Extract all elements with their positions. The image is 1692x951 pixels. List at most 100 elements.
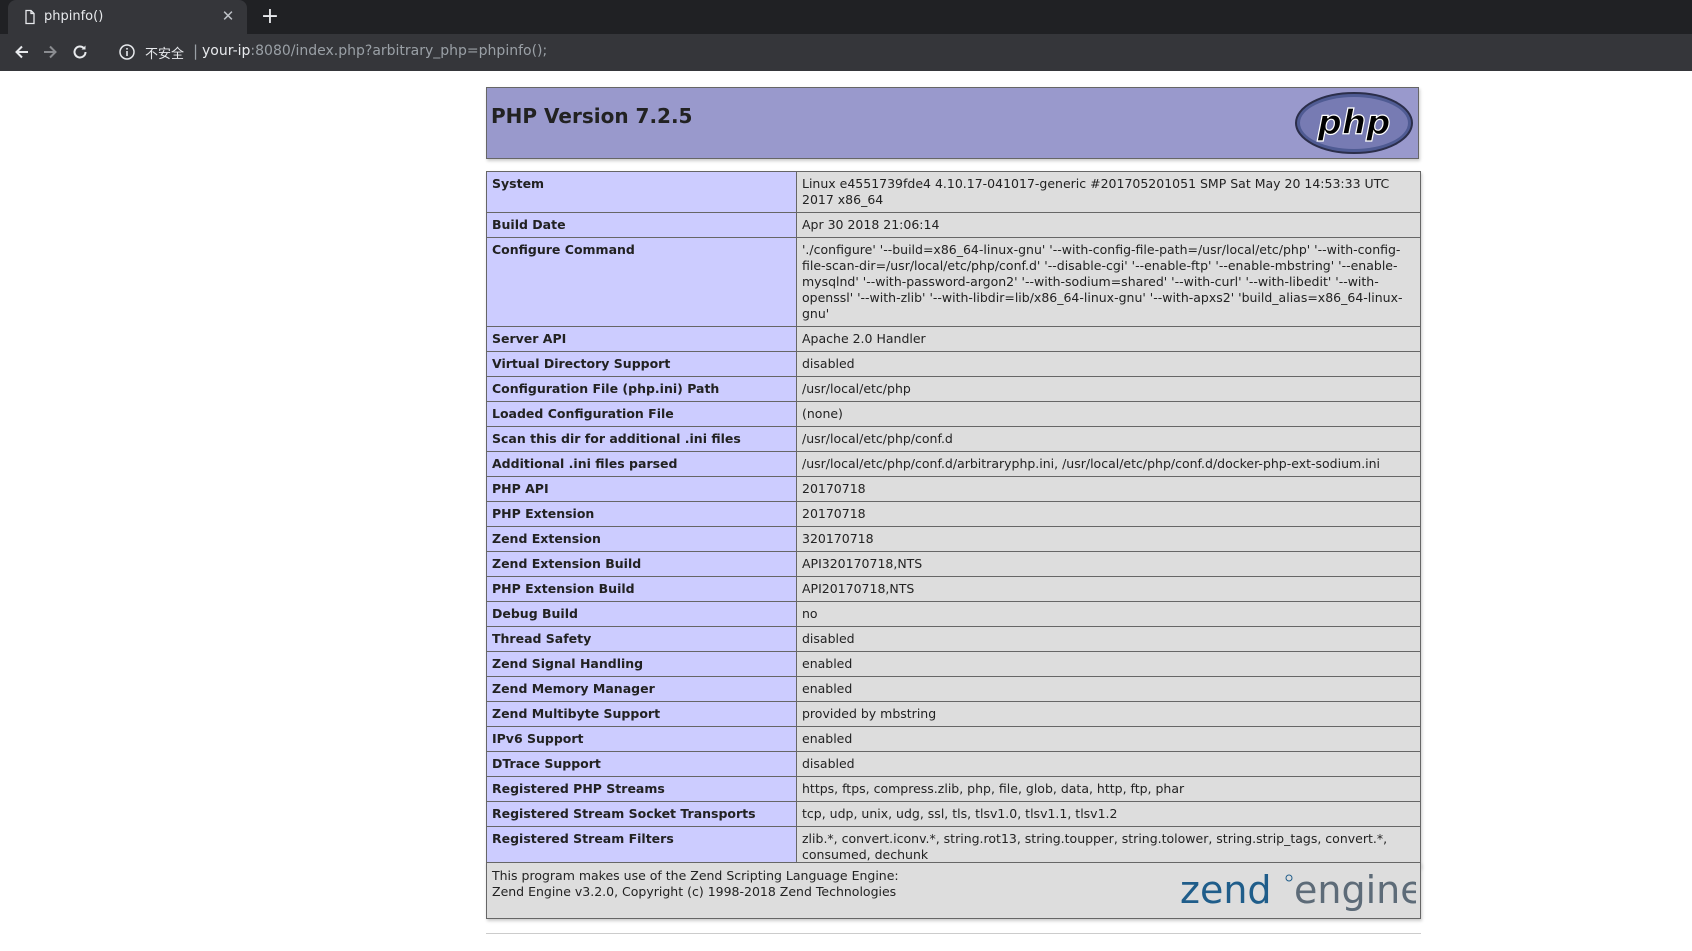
row-value: /usr/local/etc/php/conf.d/arbitraryphp.i… <box>796 451 1421 477</box>
row-key: PHP Extension Build <box>486 576 797 602</box>
footer-text: This program makes use of the Zend Scrip… <box>492 868 899 900</box>
row-key: Scan this dir for additional .ini files <box>486 426 797 452</box>
row-value: enabled <box>796 676 1421 702</box>
table-row: IPv6 Support enabled <box>486 726 1421 752</box>
forward-icon[interactable] <box>40 42 60 62</box>
table-row: Registered Stream Socket Transports tcp, … <box>486 801 1421 827</box>
table-row: Zend Multibyte Support provided by mbstri… <box>486 701 1421 727</box>
table-row: Zend Extension Build API320170718,NTS <box>486 551 1421 577</box>
row-key: Build Date <box>486 212 797 238</box>
row-key: Server API <box>486 326 797 352</box>
row-key: DTrace Support <box>486 751 797 777</box>
php-logo-text: php <box>1317 103 1391 143</box>
address-separator: | <box>193 42 199 60</box>
address-bar[interactable]: 不安全 | your-ip:8080/index.php?arbitrary_p… <box>112 34 1692 71</box>
row-key: Debug Build <box>486 601 797 627</box>
row-value: './configure' '--build=x86_64-linux-gnu'… <box>796 237 1421 327</box>
table-row: Thread Safety disabled <box>486 626 1421 652</box>
table-row: System Linux e4551739fde4 4.10.17-041017-… <box>486 171 1421 213</box>
table-row: Configuration File (php.ini) Path/usr/lo… <box>486 376 1421 402</box>
row-key: Configure Command <box>486 237 797 327</box>
divider <box>486 933 1421 934</box>
tab-title: phpinfo() <box>44 9 104 24</box>
row-value: (none) <box>796 401 1421 427</box>
browser-toolbar: 不安全 | your-ip:8080/index.php?arbitrary_p… <box>0 34 1692 71</box>
table-row: Server API Apache 2.0 Handler <box>486 326 1421 352</box>
row-key: Thread Safety <box>486 626 797 652</box>
php-logo: php <box>1295 92 1413 154</box>
zend-logo-text: zend <box>1180 868 1272 912</box>
row-key: Zend Signal Handling <box>486 651 797 677</box>
url-path: :8080/index.php?arbitrary_php=phpinfo(); <box>250 43 548 59</box>
close-tab-icon[interactable]: ✕ <box>219 7 237 25</box>
row-key: PHP API <box>486 476 797 502</box>
row-value: disabled <box>796 626 1421 652</box>
table-row: Additional .ini files parsed/usr/local/e… <box>486 451 1421 477</box>
row-value: 320170718 <box>796 526 1421 552</box>
tab-bar: phpinfo() ✕ + <box>0 0 1692 34</box>
row-value: 20170718 <box>796 501 1421 527</box>
row-key: Registered PHP Streams <box>486 776 797 802</box>
table-row: PHP Extension 20170718 <box>486 501 1421 527</box>
page-title: PHP Version 7.2.5 <box>491 104 693 128</box>
row-value: Linux e4551739fde4 4.10.17-041017-generi… <box>796 171 1421 213</box>
table-row: Build Date Apr 30 2018 21:06:14 <box>486 212 1421 238</box>
new-tab-icon[interactable]: + <box>258 5 282 29</box>
row-key: System <box>486 171 797 213</box>
php-header: PHP Version 7.2.5 php <box>486 87 1419 159</box>
document-icon <box>25 9 35 25</box>
table-row: Zend Signal Handling enabled <box>486 651 1421 677</box>
zend-engine-logo: zend engine <box>1180 868 1416 912</box>
row-key: Virtual Directory Support <box>486 351 797 377</box>
row-value: Apr 30 2018 21:06:14 <box>796 212 1421 238</box>
row-value: disabled <box>796 751 1421 777</box>
table-row: Zend Memory Manager enabled <box>486 676 1421 702</box>
row-key: Configuration File (php.ini) Path <box>486 376 797 402</box>
row-value: tcp, udp, unix, udg, ssl, tls, tlsv1.0, … <box>796 801 1421 827</box>
table-row: Configure Command './configure' '--build=… <box>486 237 1421 327</box>
engine-logo-text: engine <box>1294 868 1416 912</box>
row-value: 20170718 <box>796 476 1421 502</box>
row-key: Registered Stream Socket Transports <box>486 801 797 827</box>
row-value: /usr/local/etc/php/conf.d <box>796 426 1421 452</box>
row-value: provided by mbstring <box>796 701 1421 727</box>
row-value: API320170718,NTS <box>796 551 1421 577</box>
row-key: Additional .ini files parsed <box>486 451 797 477</box>
row-key: IPv6 Support <box>486 726 797 752</box>
row-value: disabled <box>796 351 1421 377</box>
footer-line-1: This program makes use of the Zend Scrip… <box>492 868 899 883</box>
footer-line-2: Zend Engine v3.2.0, Copyright (c) 1998-2… <box>492 884 897 899</box>
url-host: your-ip <box>202 43 251 59</box>
row-value: enabled <box>796 726 1421 752</box>
info-icon[interactable] <box>118 43 136 61</box>
table-row: PHP Extension Build API20170718,NTS <box>486 576 1421 602</box>
table-row: Scan this dir for additional .ini files /… <box>486 426 1421 452</box>
table-row: Registered PHP Streams https, ftps, compr… <box>486 776 1421 802</box>
row-key: PHP Extension <box>486 501 797 527</box>
page-content: PHP Version 7.2.5 php System Linux e45517… <box>0 71 1692 951</box>
table-row: DTrace Support disabled <box>486 751 1421 777</box>
row-key: Zend Multibyte Support <box>486 701 797 727</box>
url-text[interactable]: your-ip:8080/index.php?arbitrary_php=php… <box>202 43 547 59</box>
row-value: /usr/local/etc/php <box>796 376 1421 402</box>
table-row: Zend Extension 320170718 <box>486 526 1421 552</box>
back-icon[interactable] <box>12 42 32 62</box>
browser-tab[interactable]: phpinfo() ✕ <box>8 0 247 34</box>
row-key: Loaded Configuration File <box>486 401 797 427</box>
row-value: no <box>796 601 1421 627</box>
table-row: Loaded Configuration File (none) <box>486 401 1421 427</box>
row-key: Zend Memory Manager <box>486 676 797 702</box>
insecure-label: 不安全 <box>145 47 185 62</box>
reload-icon[interactable] <box>70 42 90 62</box>
table-row: Debug Build no <box>486 601 1421 627</box>
table-row: PHP API 20170718 <box>486 476 1421 502</box>
row-value: Apache 2.0 Handler <box>796 326 1421 352</box>
info-table: System Linux e4551739fde4 4.10.17-041017-… <box>486 171 1421 868</box>
table-row: Virtual Directory Support disabled <box>486 351 1421 377</box>
row-value: API20170718,NTS <box>796 576 1421 602</box>
row-value: https, ftps, compress.zlib, php, file, g… <box>796 776 1421 802</box>
row-key: Zend Extension Build <box>486 551 797 577</box>
row-key: Zend Extension <box>486 526 797 552</box>
zend-footer: This program makes use of the Zend Scrip… <box>486 862 1421 919</box>
row-value: enabled <box>796 651 1421 677</box>
